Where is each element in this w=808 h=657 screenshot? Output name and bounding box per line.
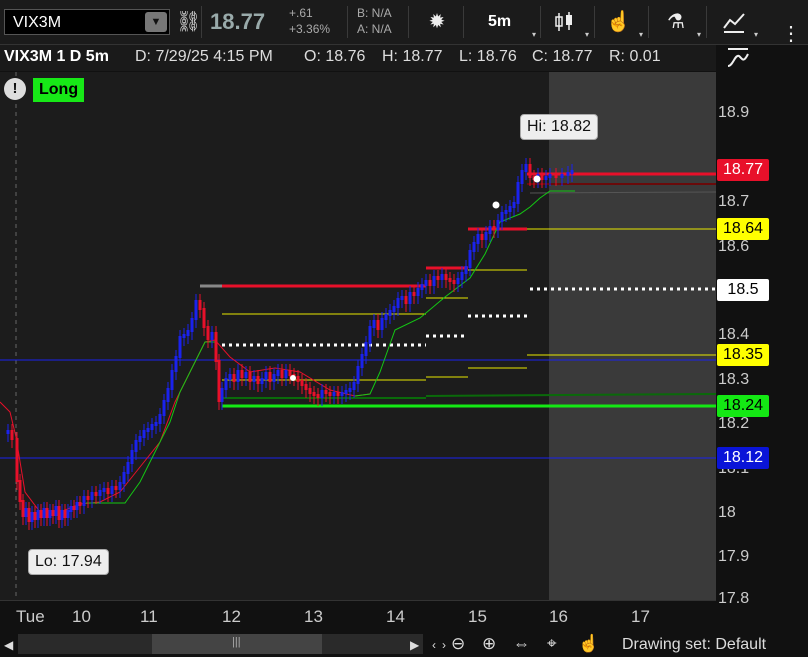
last-price: 18.77 [210, 9, 266, 34]
price-tick: 18.7 [718, 193, 750, 210]
price-tick: 17.9 [718, 548, 750, 565]
trailing-stop-line [0, 339, 371, 513]
divider [648, 6, 649, 38]
chevron-down-icon: ▾ [754, 30, 759, 39]
time-axis[interactable] [0, 600, 716, 631]
green-trail-line [86, 341, 216, 504]
symbol-selector[interactable]: VIX3M ▼ [4, 9, 170, 35]
ask-text: A: N/A [357, 22, 392, 36]
timeframe-button[interactable]: 5m [488, 13, 511, 31]
price-tag-white: 18.5 [717, 279, 769, 301]
scroll-right-icon[interactable]: ▶ [410, 638, 419, 652]
study-title: VIX3M 1 D 5m [4, 48, 109, 65]
signal-dot [533, 175, 541, 183]
price-tick: 18.6 [718, 238, 750, 255]
divider [594, 6, 595, 38]
time-tick: 16 [549, 607, 568, 626]
price-tag-red: 18.77 [717, 159, 769, 181]
crosshair-icon[interactable]: ⌖ [547, 634, 557, 654]
chevron-down-icon: ▾ [697, 30, 702, 39]
price-tick: 18.9 [718, 104, 750, 121]
divider [347, 6, 348, 38]
green-trail-line [354, 190, 575, 397]
chevron-down-icon: ▾ [532, 30, 537, 39]
nav-left-icon[interactable]: ‹ [432, 638, 436, 652]
time-tick: 14 [386, 607, 405, 626]
more-icon[interactable]: ⋮ [778, 22, 804, 46]
expand-icon[interactable] [718, 46, 758, 72]
price-tag-green: 18.24 [717, 395, 769, 417]
pan-icon[interactable]: ⇔ [513, 634, 530, 654]
range-value: R: 0.01 [609, 48, 661, 65]
price-tag-yellow: 18.64 [717, 218, 769, 240]
drawing-icon[interactable] [722, 10, 746, 34]
nav-right-icon[interactable]: › [442, 638, 446, 652]
candlestick-icon[interactable] [552, 10, 576, 34]
grey-level-line [529, 191, 716, 194]
lo-callout: Lo: 17.94 [28, 549, 109, 575]
signal-dot [290, 375, 296, 381]
divider [540, 6, 541, 38]
price-chart[interactable] [0, 72, 716, 600]
position-badge: Long [33, 78, 85, 102]
price-tick: 18.4 [718, 326, 750, 343]
alert-icon[interactable]: ! [4, 78, 26, 100]
hi-callout: Hi: 18.82 [520, 114, 599, 140]
time-tick: 13 [304, 607, 323, 626]
scroll-thumb[interactable]: ||| [152, 634, 322, 654]
scroll-left-icon[interactable]: ◀ [4, 638, 13, 652]
time-tick: 10 [72, 607, 91, 626]
change-abs: +.61 [289, 6, 313, 20]
hand-pointer-icon[interactable]: ☝ [606, 10, 631, 34]
chevron-down-icon: ▾ [585, 30, 590, 39]
zoom-in-icon[interactable]: ⊕ [482, 634, 496, 654]
signal-dot [492, 201, 500, 209]
gear-icon[interactable]: ✹ [425, 10, 449, 34]
date-value: D: 7/29/25 4:15 PM [135, 48, 273, 65]
hand-icon[interactable]: ☝ [578, 634, 599, 654]
price-tick: 18.3 [718, 371, 750, 388]
time-tick: Tue [16, 607, 45, 626]
bid-text: B: N/A [357, 6, 392, 20]
drawing-set-label[interactable]: Drawing set: Default [622, 636, 766, 654]
low-value: L: 18.76 [459, 48, 517, 65]
divider [408, 6, 409, 38]
open-value: O: 18.76 [304, 48, 366, 65]
info-bar: VIX3M 1 D 5m D: 7/29/25 4:15 PM O: 18.76… [0, 45, 716, 71]
link-icon[interactable]: ⛓ [176, 10, 201, 34]
dropdown-arrow-icon[interactable]: ▼ [145, 12, 167, 32]
price-tag-yellow: 18.35 [717, 344, 769, 366]
chevron-down-icon: ▾ [639, 30, 644, 39]
time-tick: 11 [140, 607, 158, 626]
divider [201, 6, 202, 38]
price-tick: 17.8 [718, 590, 750, 607]
green-level-line [425, 393, 716, 397]
time-tick: 17 [631, 607, 650, 626]
price-tag-blue: 18.12 [717, 447, 769, 469]
time-tick: 12 [222, 607, 241, 626]
time-tick: 15 [468, 607, 487, 626]
high-value: H: 18.77 [382, 48, 443, 65]
divider [463, 6, 464, 38]
flask-icon[interactable]: ⚗ [664, 10, 688, 34]
divider [706, 6, 707, 38]
candlestick-series [6, 158, 574, 530]
symbol-text: VIX3M [13, 14, 62, 31]
close-value: C: 18.77 [532, 48, 593, 65]
zoom-out-icon[interactable]: ⊖ [451, 634, 465, 654]
price-tick: 18.2 [718, 415, 750, 432]
change-pct: +3.36% [289, 22, 331, 36]
price-tick: 18 [718, 504, 736, 521]
